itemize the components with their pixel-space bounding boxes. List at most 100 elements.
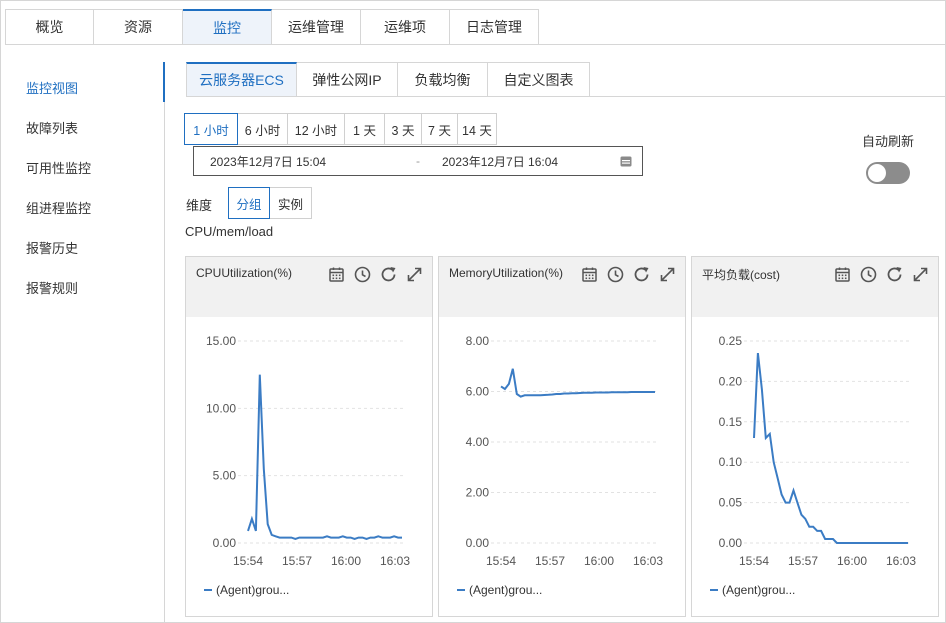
chart-legend[interactable]: (Agent)grou... [457,583,542,597]
y-tick-label: 0.05 [719,496,743,510]
time-btn-7d[interactable]: 7 天 [422,113,458,145]
card-toolbar [580,265,677,284]
chart-plot: 15.00 10.00 5.00 0.00 15:54 15:57 16:00 16:03 [206,334,410,568]
chart-title: CPUUtilization(%) [196,266,293,280]
subtab-eip[interactable]: 弹性公网IP [297,62,398,97]
y-tick-label: 0.25 [719,334,743,348]
metric-group-label: CPU/mem/load [185,224,274,239]
sub-tabs-divider [186,96,946,97]
legend-label: (Agent)grou... [216,583,290,597]
auto-refresh-label: 自动刷新 [862,134,915,149]
card-header: 平均负载(cost) [692,257,938,317]
y-tick-label: 2.00 [466,486,490,500]
tab-monitoring[interactable]: 监控 [183,9,272,45]
x-tick-label: 16:03 [886,554,916,568]
y-tick-label: 6.00 [466,385,490,399]
sidebar-item-monitor-view[interactable]: 监控视图 [26,78,78,97]
x-tick-label: 16:03 [380,554,410,568]
auto-refresh-toggle[interactable] [866,162,910,184]
time-range-buttons: 1 小时 6 小时 12 小时 1 天 3 天 7 天 14 天 [184,113,497,145]
date-end: 2023年12月7日 16:04 [442,154,559,169]
x-tick-label: 15:54 [486,554,516,568]
dimension-label: 维度 [186,198,213,213]
time-btn-1d[interactable]: 1 天 [345,113,385,145]
subtab-custom-chart[interactable]: 自定义图表 [488,62,590,97]
y-tick-label: 15.00 [206,334,236,348]
sidebar-item-alarm-history[interactable]: 报警历史 [26,238,78,257]
chart-card-load: 平均负载(cost) 0.25 0.20 0.15 0.10 0.05 0.00 15:54… [691,256,939,617]
dimension-instance-button[interactable]: 实例 [270,187,312,219]
tab-resources[interactable]: 资源 [94,9,183,45]
tab-overview[interactable]: 概览 [5,9,94,45]
y-tick-label: 4.00 [466,435,490,449]
calendar-icon[interactable] [833,265,852,284]
subtab-slb[interactable]: 负载均衡 [398,62,488,97]
chart-title: 平均负载(cost) [702,268,781,282]
date-separator: - [416,154,420,168]
clock-icon[interactable] [859,265,878,284]
expand-icon[interactable] [911,265,930,284]
sidebar-item-alarm-rules[interactable]: 报警规则 [26,278,78,297]
y-tick-label: 0.20 [719,374,743,388]
x-tick-label: 15:57 [788,554,818,568]
time-btn-14d[interactable]: 14 天 [458,113,497,145]
date-range-picker[interactable]: 2023年12月7日 15:04 - 2023年12月7日 16:04 [193,146,643,176]
y-tick-label: 8.00 [466,334,490,348]
legend-label: (Agent)grou... [469,583,543,597]
clock-icon[interactable] [606,265,625,284]
calendar-icon[interactable] [580,265,599,284]
series-line[interactable] [500,368,655,398]
subtab-ecs[interactable]: 云服务器ECS [186,62,297,97]
sidebar-item-fault-list[interactable]: 故障列表 [26,118,78,137]
y-tick-label: 5.00 [213,469,237,483]
x-tick-label: 16:00 [584,554,614,568]
legend-swatch [710,589,718,591]
y-tick-label: 0.00 [719,536,743,550]
y-tick-label: 0.00 [213,536,237,550]
chart-card-memory: MemoryUtilization(%) 8.00 6.00 4.00 2.00 0.0… [438,256,686,617]
x-tick-label: 16:00 [331,554,361,568]
card-header: MemoryUtilization(%) [439,257,685,317]
chart-legend[interactable]: (Agent)grou... [710,583,795,597]
expand-icon[interactable] [405,265,424,284]
chart-legend[interactable]: (Agent)grou... [204,583,289,597]
tab-ops-management[interactable]: 运维管理 [272,9,361,45]
sidebar-active-indicator [163,62,165,102]
clock-icon[interactable] [353,265,372,284]
refresh-icon[interactable] [632,265,651,284]
time-btn-12h[interactable]: 12 小时 [288,113,345,145]
legend-swatch [457,589,465,591]
date-start: 2023年12月7日 15:04 [210,154,327,169]
top-tabs: 概览 资源 监控 运维管理 运维项 日志管理 [5,9,539,45]
chart-card-cpu: CPUUtilization(%) 15.00 10.00 5.00 0.00 15:5… [185,256,433,617]
series-line[interactable] [247,374,402,541]
y-tick-label: 0.00 [466,536,490,550]
x-tick-label: 15:57 [282,554,312,568]
refresh-icon[interactable] [885,265,904,284]
toggle-knob [868,164,886,182]
chart-plot: 8.00 6.00 4.00 2.00 0.00 15:54 15:57 16:00 16:03 [466,334,664,568]
time-btn-3d[interactable]: 3 天 [385,113,422,145]
tab-log-management[interactable]: 日志管理 [450,9,539,45]
calendar-icon[interactable] [620,155,632,167]
dimension-group-button[interactable]: 分组 [228,187,270,219]
time-btn-1h[interactable]: 1 小时 [184,113,238,145]
tab-ops-items[interactable]: 运维项 [361,9,450,45]
dimension-buttons: 分组 实例 [228,187,312,219]
sub-tabs: 云服务器ECS 弹性公网IP 负载均衡 自定义图表 [186,62,590,97]
chart-plot: 0.25 0.20 0.15 0.10 0.05 0.00 15:54 15:57 16:00 1… [719,334,917,568]
y-tick-label: 10.00 [206,401,236,415]
x-tick-label: 15:54 [739,554,769,568]
card-header: CPUUtilization(%) [186,257,432,317]
y-tick-label: 0.15 [719,415,743,429]
card-toolbar [327,265,424,284]
expand-icon[interactable] [658,265,677,284]
refresh-icon[interactable] [379,265,398,284]
calendar-icon[interactable] [327,265,346,284]
time-btn-6h[interactable]: 6 小时 [238,113,288,145]
legend-label: (Agent)grou... [722,583,796,597]
x-tick-label: 15:54 [233,554,263,568]
sidebar-item-availability[interactable]: 可用性监控 [26,158,91,177]
sidebar: 监控视图 故障列表 可用性监控 组进程监控 报警历史 报警规则 [0,62,165,623]
sidebar-item-process-monitor[interactable]: 组进程监控 [26,198,91,217]
